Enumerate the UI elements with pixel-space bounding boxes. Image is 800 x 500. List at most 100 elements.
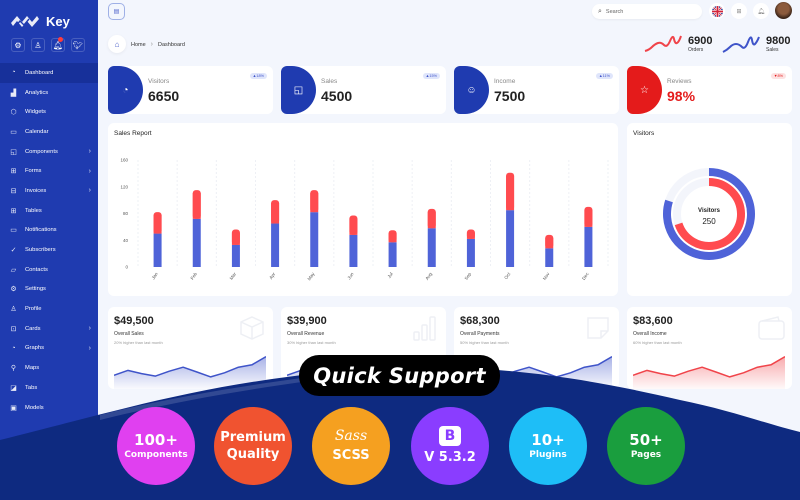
- sidebar-item-analytics[interactable]: ▟ Analytics: [0, 83, 98, 103]
- summary-amount: $83,600: [633, 315, 673, 327]
- apps-button[interactable]: ⊞: [731, 3, 747, 19]
- x-tick-label: Jul: [386, 272, 393, 280]
- y-tick-label: 160: [120, 158, 128, 163]
- home-icon: ⌂: [114, 39, 120, 49]
- sidebar-item-notifications[interactable]: ▭ Notifications: [0, 221, 98, 241]
- sidebar-item-label: Graphs: [25, 345, 45, 352]
- sidebar-item-forms[interactable]: ⊞ Forms ›: [0, 161, 98, 181]
- home-button[interactable]: ⌂: [108, 35, 126, 53]
- code-card-icon: ⊡: [10, 325, 17, 333]
- sidebar-item-widgets[interactable]: ⬡ Widgets: [0, 102, 98, 122]
- gear-icon: ⚙: [10, 286, 17, 294]
- terminal-icon: ▣: [10, 404, 17, 412]
- x-tick-label: Sep: [463, 271, 472, 281]
- trend-badge: ▼8%: [770, 73, 786, 79]
- stat-icon-panel: ☺: [454, 66, 489, 114]
- language-button[interactable]: [709, 3, 725, 19]
- sidebar-item-graphs[interactable]: ◔ Graphs ›: [0, 339, 98, 359]
- sidebar-item-profile[interactable]: ♙ Profile: [0, 299, 98, 319]
- sales-report-card: Sales Report 0 40 80 120 160 Jan Feb Mar Apr May J…: [108, 123, 618, 296]
- twitter-icon[interactable]: 🐦︎: [71, 38, 85, 52]
- sidebar-item-subscribers[interactable]: ✓ Subscribers: [0, 240, 98, 260]
- chevron-right-icon: ›: [150, 41, 154, 48]
- wallet-icon: [758, 316, 785, 340]
- bar-dec-1: [584, 226, 593, 267]
- brand-logo[interactable]: Key: [10, 12, 70, 30]
- sidebar-item-dashboard[interactable]: ◔ Dashboard: [0, 63, 98, 83]
- sidebar-item-contacts[interactable]: ▱ Contacts: [0, 260, 98, 280]
- uk-flag-icon: [711, 5, 723, 17]
- sass-icon: Sass: [334, 428, 368, 444]
- menu-toggle-button[interactable]: ▤: [108, 3, 125, 20]
- sidebar-item-models[interactable]: ▣ Models: [0, 398, 98, 418]
- stat-label: Sales: [321, 78, 338, 85]
- smile-icon: ☺: [466, 84, 477, 96]
- bar-aug-1: [427, 228, 436, 267]
- summary-name: Overall Revenue: [287, 331, 325, 337]
- sidebar-item-cards[interactable]: ⊡ Cards ›: [0, 319, 98, 339]
- apps-grid-icon: ⊞: [736, 8, 742, 15]
- orders-sparkline: [644, 35, 682, 52]
- sidebar-item-label: Profile: [25, 306, 42, 313]
- folder-icon: ▱: [10, 266, 17, 274]
- bar-oct-cap: [506, 175, 515, 211]
- user-avatar[interactable]: [775, 2, 792, 19]
- x-tick-label: Jan: [151, 271, 160, 280]
- box-icon: ⬡: [10, 109, 17, 117]
- bar-sep-cap: [466, 232, 475, 239]
- x-tick-label: Jun: [346, 271, 355, 280]
- logo-icon: [11, 16, 39, 28]
- gear-icon[interactable]: ⚙: [11, 38, 25, 52]
- feature-caption: SCSS: [332, 448, 370, 463]
- layout-icon: ⊟: [10, 187, 17, 195]
- notifications-button[interactable]: 🔔︎: [753, 3, 769, 19]
- feature-badge-pages: 50+ Pages: [607, 407, 685, 485]
- check-circle-icon: ✓: [10, 247, 17, 255]
- bar-aug-cap: [427, 211, 436, 229]
- sales-label: Sales: [766, 46, 779, 53]
- trend-badge: ▲15%: [422, 73, 440, 79]
- sticky-note-icon: ◱: [293, 84, 304, 96]
- sticky-note-icon: ◱: [10, 148, 17, 156]
- user-icon[interactable]: ♙: [31, 38, 45, 52]
- summary-sparkline: [114, 355, 266, 389]
- summary-sparkline: [633, 355, 785, 389]
- breadcrumb-home[interactable]: Home: [131, 42, 146, 48]
- sidebar-item-maps[interactable]: ⚲ Maps: [0, 358, 98, 378]
- stat-icon-panel: ☆: [627, 66, 662, 114]
- bar-jun-cap: [349, 218, 358, 235]
- feature-caption: Pages: [630, 449, 662, 460]
- feature-badge-components: 100+ Components: [117, 407, 195, 485]
- bar-apr-cap: [271, 203, 280, 224]
- feature-badge-plugins: 10+ Plugins: [509, 407, 587, 485]
- notification-dot: [58, 37, 63, 42]
- user-icon: ♙: [10, 306, 17, 314]
- feature-badge-scss: Sass SCSS: [312, 407, 390, 485]
- summary-name: Overall Income: [633, 331, 667, 337]
- bar-mar-1: [231, 244, 240, 267]
- x-tick-label: May: [307, 271, 316, 281]
- sales-sparkline: [722, 36, 760, 53]
- search-input[interactable]: ⌕ Search: [592, 4, 702, 19]
- sidebar-item-settings[interactable]: ⚙ Settings: [0, 280, 98, 300]
- sidebar-item-label: Components: [25, 148, 58, 155]
- sidebar-item-label: Subscribers: [25, 247, 56, 254]
- y-tick-label: 120: [120, 184, 128, 189]
- stat-value: 7500: [494, 88, 526, 104]
- sidebar-item-tables[interactable]: ⊞ Tables: [0, 201, 98, 221]
- sidebar-item-label: Invoices: [25, 187, 47, 194]
- pie-chart-icon: ◔: [11, 69, 16, 77]
- feature-badge-v-5-3-2: B V 5.3.2: [411, 407, 489, 485]
- sidebar-item-calendar[interactable]: ▭ Calendar: [0, 122, 98, 142]
- bell-icon[interactable]: 🔔︎: [51, 37, 65, 52]
- sidebar-item-components[interactable]: ◱ Components ›: [0, 142, 98, 162]
- search-placeholder: Search: [605, 8, 624, 15]
- stat-card-visitors: ◔ Visitors 6650 ▲18%: [108, 66, 273, 114]
- bar-nov-1: [545, 248, 554, 267]
- sidebar-item-tabs[interactable]: ◪ Tabs: [0, 378, 98, 398]
- sidebar-item-invoices[interactable]: ⊟ Invoices ›: [0, 181, 98, 201]
- window-icon: ▭: [10, 227, 17, 235]
- bar-oct-1: [506, 210, 515, 267]
- sidebar-item-label: Contacts: [25, 266, 48, 273]
- sidebar-item-label: Notifications: [25, 227, 57, 234]
